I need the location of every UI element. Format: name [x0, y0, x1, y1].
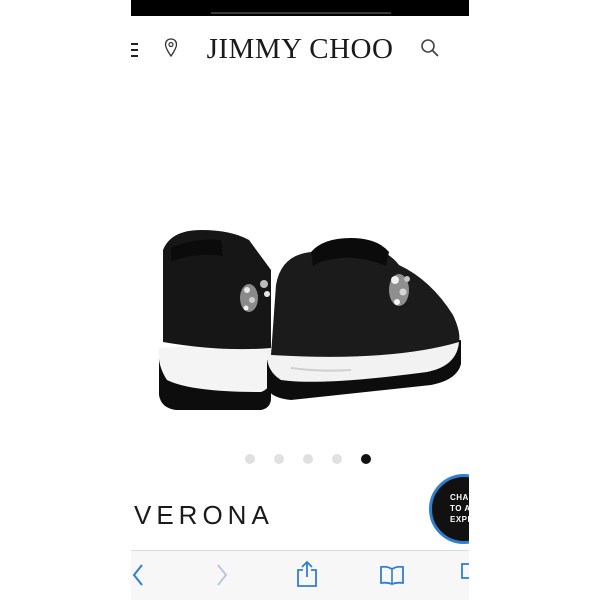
- carousel-dot[interactable]: [274, 454, 284, 464]
- browser-toolbar: [131, 550, 469, 600]
- back-icon[interactable]: [131, 563, 145, 587]
- phone-screen: JIMMY CHOO VERONA CHA TO A EXP: [131, 0, 469, 600]
- chat-line-3: EXPE: [450, 515, 469, 524]
- status-bar: [131, 0, 469, 16]
- site-header: JIMMY CHOO: [131, 16, 469, 78]
- chat-line-2: TO A: [450, 504, 469, 513]
- status-bar-divider: [211, 12, 391, 14]
- chat-line-1: CHA: [450, 493, 469, 502]
- left-sneaker: [158, 230, 272, 410]
- tabs-icon[interactable]: [461, 563, 469, 585]
- forward-icon[interactable]: [215, 563, 229, 587]
- bookmarks-icon[interactable]: [379, 565, 405, 585]
- brand-logo[interactable]: JIMMY CHOO: [131, 33, 469, 66]
- search-icon[interactable]: [420, 38, 440, 58]
- share-icon[interactable]: [295, 560, 319, 588]
- product-image[interactable]: [131, 80, 469, 440]
- product-name: VERONA: [134, 500, 274, 530]
- carousel-dot[interactable]: [303, 454, 313, 464]
- carousel-dot[interactable]: [361, 454, 371, 464]
- chat-button[interactable]: CHA TO A EXPE: [429, 474, 469, 544]
- carousel-dot[interactable]: [245, 454, 255, 464]
- carousel-indicator: [131, 454, 469, 466]
- carousel-dot[interactable]: [332, 454, 342, 464]
- right-sneaker: [266, 238, 461, 400]
